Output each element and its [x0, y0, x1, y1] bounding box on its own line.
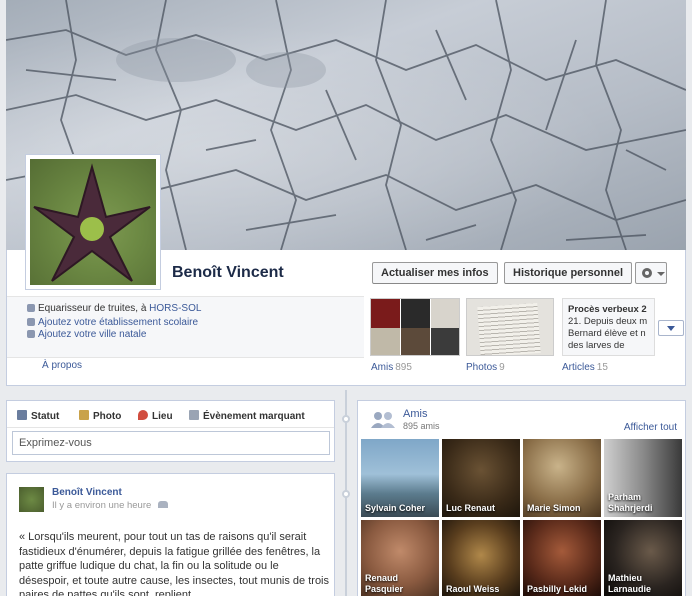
document-photo — [477, 302, 541, 355]
friend-tile[interactable]: Renaud Pasquier — [361, 520, 439, 596]
friends-highlight-label[interactable]: Amis 895 — [371, 362, 412, 373]
hometown-line[interactable]: Ajoutez votre ville natale — [27, 329, 146, 340]
tab-place[interactable]: Lieu — [138, 410, 173, 422]
friend-name: Pasbilly Lekid — [527, 584, 588, 594]
friend-name: Luc Renaut — [446, 503, 496, 513]
profile-name[interactable]: Benoît Vincent — [172, 264, 284, 282]
gear-icon — [642, 268, 652, 278]
photos-highlight-label[interactable]: Photos 9 — [466, 362, 505, 373]
post-timestamp[interactable]: Il y a environ une heure — [52, 500, 168, 511]
employer-link[interactable]: HORS-SOL — [149, 303, 201, 314]
friend-tile[interactable]: Mathieu Larnaudie — [604, 520, 682, 596]
profile-picture[interactable] — [30, 159, 156, 285]
home-icon — [27, 330, 35, 338]
post-author-name[interactable]: Benoît Vincent — [52, 487, 122, 498]
tab-status[interactable]: Statut — [17, 410, 59, 422]
friend-name: Parham Shahrjerdi — [608, 492, 653, 513]
post-body: « Lorsqu'ils meurent, pour tout un tas d… — [19, 531, 330, 596]
friends-box-title[interactable]: Amis — [403, 408, 427, 420]
friends-box: Amis 895 amis Afficher tout Sylvain Cohe… — [357, 400, 686, 596]
tab-life-event[interactable]: Évènement marquant — [189, 410, 305, 422]
timeline-marker — [342, 490, 350, 498]
see-all-friends-link[interactable]: Afficher tout — [624, 422, 677, 433]
profile-picture-frame[interactable] — [25, 154, 161, 290]
friends-icon — [371, 412, 395, 428]
friend-name: Sylvain Coher — [365, 503, 426, 513]
flower-image — [33, 163, 151, 282]
articles-highlight-label[interactable]: Articles 15 — [562, 362, 608, 373]
friend-name: Mathieu Larnaudie — [608, 573, 652, 594]
flag-icon — [189, 410, 199, 420]
map-pin-icon — [138, 410, 148, 420]
add-school-link[interactable]: Ajoutez votre établissement scolaire — [38, 317, 198, 328]
friend-tile[interactable]: Marie Simon — [523, 439, 601, 517]
job-text: Equarisseur de truites, à — [38, 303, 147, 314]
status-composer: Statut Photo Lieu Évènement marquant Exp… — [6, 400, 335, 462]
camera-icon — [79, 410, 89, 420]
friend-name: Renaud Pasquier — [365, 573, 404, 594]
audience-icon[interactable] — [157, 501, 168, 508]
post-author-avatar[interactable] — [19, 487, 44, 512]
article-preview[interactable]: Procès verbeux 2 21. Depuis deux m Berna… — [568, 304, 656, 356]
about-summary: Equarisseur de truites, à HORS-SOL Ajout… — [7, 296, 364, 358]
add-hometown-link[interactable]: Ajoutez votre ville natale — [38, 329, 146, 340]
chevron-down-icon — [667, 326, 675, 331]
friend-tile[interactable]: Sylvain Coher — [361, 439, 439, 517]
profile-header: Benoît Vincent Actualiser mes infos Hist… — [6, 154, 686, 386]
school-line[interactable]: Ajoutez votre établissement scolaire — [27, 317, 198, 328]
status-input[interactable]: Exprimez-vous — [12, 431, 330, 455]
friend-name: Raoul Weiss — [446, 584, 500, 594]
timeline-marker — [342, 415, 350, 423]
settings-dropdown-button[interactable] — [635, 262, 667, 284]
friend-tile[interactable]: Parham Shahrjerdi — [604, 439, 682, 517]
pencil-icon — [17, 410, 27, 420]
chevron-down-icon — [657, 272, 665, 276]
job-line: Equarisseur de truites, à HORS-SOL — [27, 303, 201, 314]
friend-name: Marie Simon — [527, 503, 581, 513]
friend-tile[interactable]: Luc Renaut — [442, 439, 520, 517]
more-highlights-button[interactable] — [658, 320, 684, 336]
update-info-button[interactable]: Actualiser mes infos — [372, 262, 498, 284]
about-link[interactable]: À propos — [42, 360, 82, 371]
activity-log-button[interactable]: Historique personnel — [504, 262, 633, 284]
school-icon — [27, 318, 35, 326]
briefcase-icon — [27, 304, 35, 312]
photos-highlight-thumb[interactable] — [466, 298, 554, 356]
friends-highlight-thumb[interactable] — [370, 298, 460, 356]
friend-tile[interactable]: Pasbilly Lekid — [523, 520, 601, 596]
friends-box-count: 895 amis — [403, 421, 440, 431]
tab-photo[interactable]: Photo — [79, 410, 121, 422]
friend-tile[interactable]: Raoul Weiss — [442, 520, 520, 596]
timeline-post: Benoît Vincent Il y a environ une heure … — [6, 473, 335, 596]
